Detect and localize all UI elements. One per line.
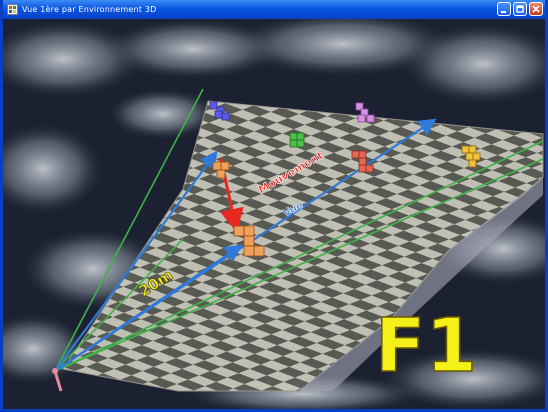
3d-viewport[interactable]: Mouvement Vue 20m F1	[3, 19, 545, 409]
minimize-icon	[501, 11, 506, 13]
title-bar[interactable]: Vue 1ère par Environnement 3D	[3, 0, 545, 19]
app-icon	[7, 4, 18, 15]
scene-canvas[interactable]: Mouvement Vue 20m F1	[3, 19, 545, 409]
key-label: F1	[375, 303, 477, 389]
window-title: Vue 1ère par Environnement 3D	[22, 5, 157, 14]
close-icon	[532, 5, 540, 13]
maximize-icon	[516, 5, 524, 13]
application-window: Vue 1ère par Environnement 3D Mouvement …	[0, 0, 548, 412]
minimize-button[interactable]	[497, 2, 511, 16]
maximize-button[interactable]	[513, 2, 527, 16]
close-button[interactable]	[529, 2, 543, 16]
tetromino-green[interactable]	[289, 132, 305, 148]
